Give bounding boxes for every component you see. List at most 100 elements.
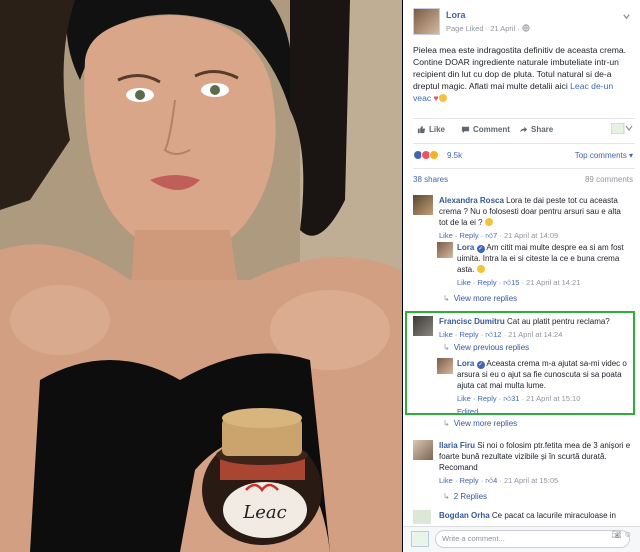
emoji-icon[interactable]: ☺ [624,530,632,539]
wow-reaction-icon [429,150,439,160]
globe-icon [522,24,530,32]
comment-author[interactable]: Ilaria Firu [439,441,475,450]
comment-like-link[interactable]: Like [439,231,453,240]
avatar[interactable] [413,510,431,524]
view-previous-label: View previous replies [453,343,530,352]
comment-like-count[interactable]: 7 [493,231,497,240]
view-more-label: View more replies [453,419,518,428]
comment-like-count[interactable]: 12 [493,330,501,339]
comment-input-icons: 📷︎ ☺ [611,530,632,539]
comment-reply-link[interactable]: Reply [477,394,496,403]
smile-emoji-icon [484,218,493,226]
share-label: Share [531,125,554,134]
share-button[interactable]: Share [519,125,553,134]
write-comment-bar: Write a comment... 📷︎ ☺ [403,526,640,552]
like-label: Like [429,125,446,134]
view-more-label: View more replies [453,294,518,303]
commenter-avatar[interactable] [411,531,429,547]
comments-count[interactable]: 89 comments [585,175,633,184]
comment-author[interactable]: Lora [457,243,474,252]
avatar[interactable] [413,440,433,460]
comment-author[interactable]: Alexandra Rosca [439,196,504,205]
comment-reply-link[interactable]: Reply [477,278,496,287]
comment-reply-link[interactable]: Reply [459,330,478,339]
two-replies-label: 2 Replies [453,492,488,501]
comment-reply-link[interactable]: Reply [459,231,478,240]
verified-badge-icon: ✓ [476,361,485,369]
comment-timestamp[interactable]: 21 April at 14:09 [504,231,558,240]
thumbs-up-icon: 👍︎ [485,231,494,240]
comment-actions: Like · Reply · 👍︎31 · 21 April at 15:10 [457,394,581,403]
thumbs-up-icon [417,125,426,134]
comment-body: Bogdan Orha Ce pacat ca lacurile miracul… [439,510,631,521]
comment-like-link[interactable]: Like [457,278,471,287]
comment-like-link[interactable]: Like [439,476,453,485]
comment-actions: Like · Reply · 👍︎7 · 21 April at 14:09 [439,231,559,240]
reaction-icons[interactable] [413,150,439,160]
post-meta-text: Page Liked · 21 April · [446,24,520,33]
shares-row: 38 shares 89 comments [413,168,635,186]
comment-author[interactable]: Francisc Dumitru [439,317,505,326]
post-body: Pielea mea este indragostita definitiv d… [413,44,633,104]
page-name-link[interactable]: Lora [446,10,466,20]
smile-emoji-icon [476,265,485,273]
verified-badge-icon: ✓ [476,245,485,253]
page-avatar[interactable] [413,8,440,35]
thumbs-up-icon: 👍︎ [503,278,512,287]
view-more-replies-link[interactable]: ↳ View more replies [443,294,517,303]
comment-author[interactable]: Lora [457,359,474,368]
reply-arrow-icon: ↳ [443,492,450,501]
post-actions: Like Comment Share [413,118,635,136]
avatar[interactable] [413,195,433,215]
comment-body: Alexandra Rosca Lora te dai peste tot cu… [439,195,631,241]
comment-label: Comment [473,125,510,134]
comment-like-link[interactable]: Like [439,330,453,339]
two-replies-link[interactable]: ↳ 2 Replies [443,492,487,501]
comment-like-count[interactable]: 31 [511,394,519,403]
camera-icon[interactable]: 📷︎ [611,530,621,539]
comment-author[interactable]: Bogdan Orha [439,511,490,520]
comment-timestamp[interactable]: 21 April at 14:21 [526,278,580,287]
thumbs-up-icon: 👍︎ [485,476,494,485]
shares-count[interactable]: 38 shares [413,175,448,184]
top-comments-dropdown[interactable]: Top comments ▾ [575,151,633,160]
avatar[interactable] [437,242,453,258]
comment-body: Ilaria Firu Si noi o folosim ptr.fetita … [439,440,631,486]
view-previous-replies-link[interactable]: ↳ View previous replies [443,343,529,352]
view-more-replies-link[interactable]: ↳ View more replies [443,419,517,428]
comment-icon [461,126,470,134]
comment-text: Ce pacat ca lacurile miraculoase in [491,511,616,520]
avatar[interactable] [413,316,433,336]
comment-body: Lora ✓ Am citit mai multe despre ea si a… [457,242,633,288]
like-button[interactable]: Like [417,125,445,134]
comment-like-link[interactable]: Like [457,394,471,403]
heart-emoji-icon: ♥ [433,93,439,103]
comment-like-count[interactable]: 15 [511,278,519,287]
smile-emoji-icon [438,94,447,102]
comment-button[interactable]: Comment [461,125,510,134]
comment-like-count[interactable]: 4 [493,476,497,485]
comment-timestamp[interactable]: 21 April at 15:05 [504,476,558,485]
reply-arrow-icon: ↳ [443,419,450,428]
comment-text: Cat au platit pentru reclama? [507,317,610,326]
comment-actions: Like · Reply · 👍︎15 · 21 April at 14:21 [457,278,581,287]
post-photo[interactable]: Leac [0,0,402,552]
reply-arrow-icon: ↳ [443,343,450,352]
share-icon [519,126,528,133]
comment-actions: Like · Reply · 👍︎4 · 21 April at 15:05 [439,476,559,485]
reply-arrow-icon: ↳ [443,294,450,303]
comment-input[interactable]: Write a comment... [435,530,630,548]
comment-reply-link[interactable]: Reply [459,476,478,485]
post-options-chevron-icon[interactable] [622,12,631,21]
jar-brand-text: Leac [242,502,286,523]
post-header: Lora Page Liked · 21 April · [413,8,633,38]
post-meta: Page Liked · 21 April · [446,24,530,33]
avatar[interactable] [437,358,453,374]
comment-body: Francisc Dumitru Cat au platit pentru re… [439,316,631,340]
page-logo-icon[interactable] [610,122,633,135]
comment-body: Lora ✓ Aceasta crema m-a ajutat sa-mi vi… [457,358,633,417]
comment-timestamp[interactable]: 21 April at 15:10 [526,394,580,403]
comment-timestamp[interactable]: 21 April at 14:24 [508,330,562,339]
reaction-count[interactable]: 9.5k [447,151,462,160]
screenshot-frame: Leac Lora Page Liked · 21 April · Pielea… [0,0,640,552]
